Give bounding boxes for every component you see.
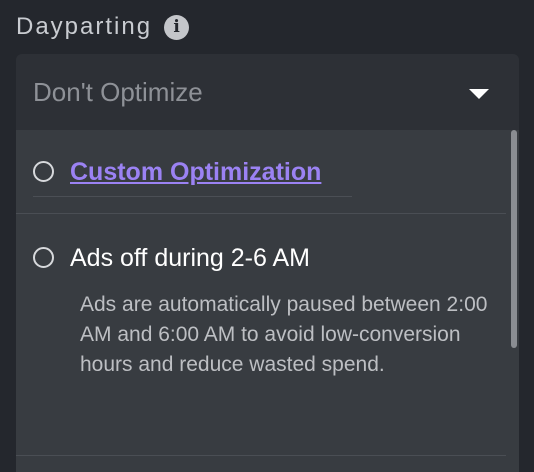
radio-custom-optimization[interactable] <box>33 161 54 182</box>
info-icon[interactable]: i <box>164 14 190 40</box>
radio-ads-off-2-6am[interactable] <box>33 247 54 268</box>
option-underline <box>33 196 352 197</box>
option-label-ads-off-2-6am[interactable]: Ads off during 2-6 AM <box>70 244 310 273</box>
option-description-ads-off-2-6am: Ads are automatically paused between 2:0… <box>80 293 488 376</box>
section-header: Dayparting i <box>16 12 190 42</box>
section-label: Dayparting <box>16 13 153 40</box>
menu-divider <box>16 213 506 214</box>
menu-divider <box>16 455 506 456</box>
dropdown-selected-value: Don't Optimize <box>33 76 203 107</box>
dayparting-dropdown[interactable]: Don't Optimize <box>16 54 519 130</box>
caret-down-icon[interactable] <box>469 89 489 99</box>
option-label-custom-optimization[interactable]: Custom Optimization <box>70 158 321 187</box>
dropdown-menu: Custom Optimization Ads off during 2-6 A… <box>16 130 519 472</box>
menu-scrollbar-thumb[interactable] <box>511 130 517 348</box>
dayparting-panel: Dayparting i Don't Optimize Custom Optim… <box>0 0 534 472</box>
